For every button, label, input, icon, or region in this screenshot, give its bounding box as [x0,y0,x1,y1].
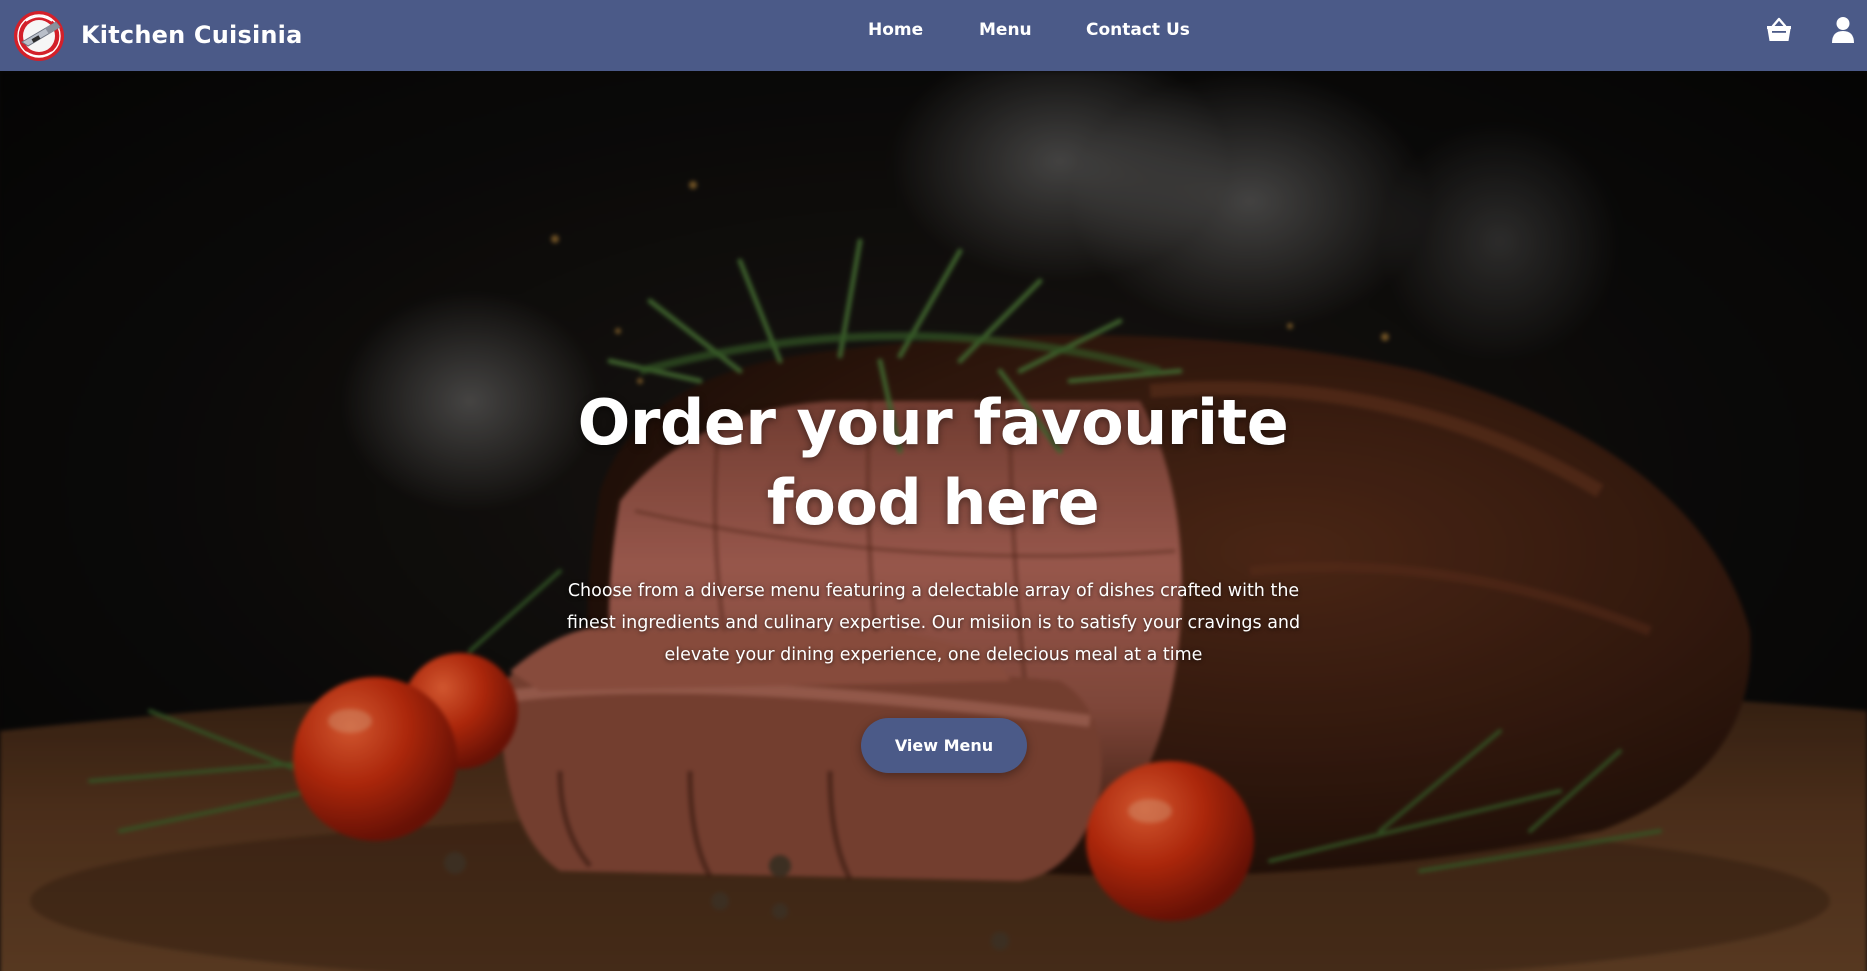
view-menu-button[interactable]: View Menu [861,718,1027,773]
basket-icon[interactable] [1764,15,1794,45]
main-nav: Home Menu Contact Us [0,0,1867,71]
hero-section: Order your favourite food here Choose fr… [0,71,1867,980]
nav-contact-link[interactable]: Contact Us [1086,20,1190,40]
nav-menu-link[interactable]: Menu [979,20,1032,40]
nav-home-link[interactable]: Home [868,20,923,40]
hero-title: Order your favourite food here [577,386,1289,539]
hero-description: Choose from a diverse menu featuring a d… [566,581,1301,665]
navbar: Kitchen Cuisinia Home Menu Contact Us [0,0,1867,71]
page-bottom-edge [0,971,1867,980]
hero-content: Order your favourite food here Choose fr… [0,71,1867,980]
user-icon[interactable] [1828,15,1858,45]
